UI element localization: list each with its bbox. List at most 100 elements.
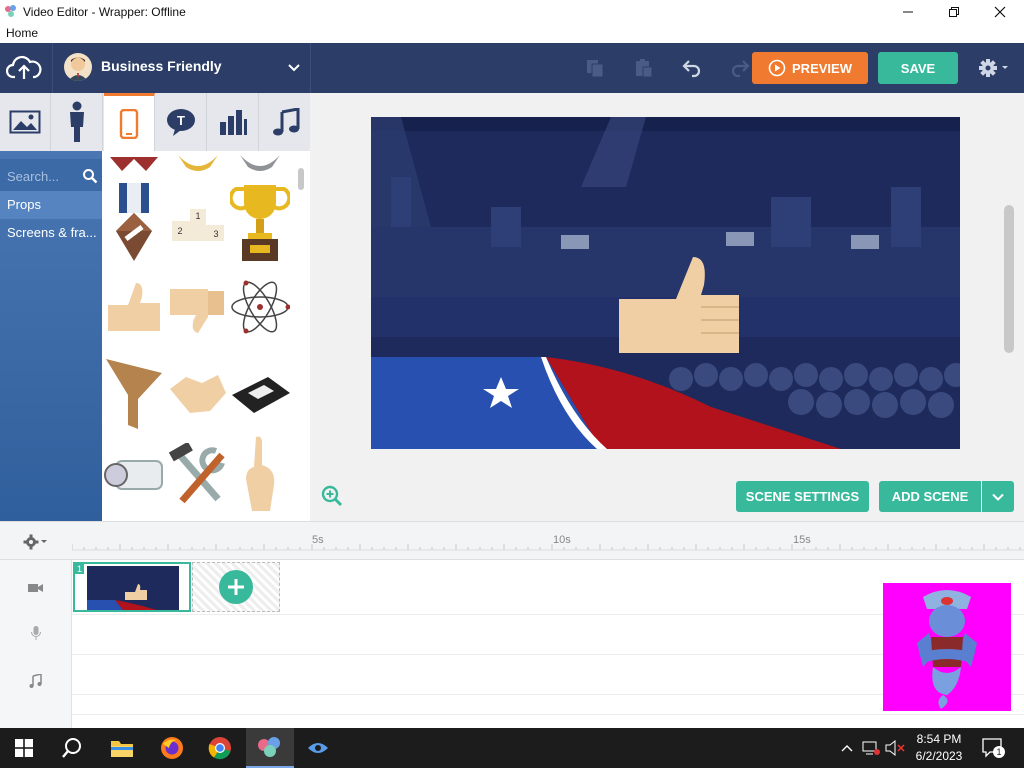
save-button[interactable]: SAVE	[878, 52, 958, 84]
menu-bar: Home	[0, 24, 1024, 43]
add-scene-dropdown[interactable]	[982, 481, 1014, 512]
projector-prop[interactable]	[104, 447, 164, 503]
medal-prop[interactable]	[104, 179, 164, 265]
podium-prop[interactable]: 1 2 3	[168, 199, 228, 259]
taskbar-wrapper-app[interactable]	[246, 728, 294, 768]
category-screens-frames[interactable]: Screens & fra...	[0, 219, 102, 247]
thumbs-up-prop[interactable]	[104, 277, 164, 337]
theme-avatar[interactable]	[64, 53, 92, 81]
scene-canvas[interactable]	[371, 117, 960, 449]
taskbar-firefox[interactable]	[148, 728, 196, 768]
podium-label-3: 3	[213, 229, 218, 239]
asset-search[interactable]: Search...	[0, 159, 102, 193]
chrome-icon	[208, 737, 231, 760]
volume-muted-icon[interactable]	[885, 740, 905, 756]
menu-home[interactable]: Home	[6, 26, 38, 40]
copy-icon[interactable]	[583, 56, 607, 80]
play-circle-icon	[768, 59, 786, 77]
timeline-settings-icon[interactable]	[22, 534, 52, 550]
tab-charts[interactable]	[208, 93, 259, 151]
firefox-icon	[161, 737, 183, 759]
props-grid: 1 2 3	[102, 151, 310, 521]
props-scrollbar[interactable]	[296, 160, 306, 520]
app-icon	[5, 5, 16, 17]
search-input[interactable]: Search...	[7, 169, 59, 184]
window-titlebar: Video Editor - Wrapper: Offline	[0, 0, 1024, 24]
restore-button[interactable]	[931, 0, 977, 24]
zoom-in-icon[interactable]	[321, 485, 343, 507]
close-button[interactable]	[977, 0, 1023, 24]
clock-date: 6/2/2023	[915, 749, 963, 763]
tick-15s: 15s	[793, 534, 811, 546]
scene-thumbnail-image	[87, 566, 179, 610]
cloud-upload-icon[interactable]	[6, 53, 42, 83]
system-clock[interactable]: 8:54 PM 6/2/2023	[908, 731, 970, 765]
chevron-up-icon[interactable]	[840, 743, 854, 753]
undo-icon[interactable]	[680, 56, 704, 80]
scene-thumbnail[interactable]: 1	[73, 562, 191, 612]
redo-icon[interactable]	[728, 56, 752, 80]
timeline-ruler: 5s 10s 15s	[0, 522, 1024, 560]
taskbar-file-explorer[interactable]	[98, 728, 146, 768]
tools-prop[interactable]	[168, 443, 228, 507]
vhs-tape-prop[interactable]	[230, 363, 290, 423]
preview-label: PREVIEW	[792, 60, 852, 76]
preview-button[interactable]: PREVIEW	[752, 52, 868, 84]
theme-name[interactable]: Business Friendly	[101, 58, 222, 74]
add-scene-slot[interactable]	[192, 562, 280, 612]
tab-characters[interactable]	[52, 93, 103, 151]
paste-icon[interactable]	[632, 56, 656, 80]
genie-character-overlay	[883, 583, 1011, 711]
minimize-icon	[903, 11, 913, 13]
bar-chart-icon	[220, 110, 247, 135]
businessman-icon	[68, 57, 88, 81]
music-note-icon	[29, 674, 42, 688]
tab-backgrounds[interactable]	[0, 93, 51, 151]
scene-settings-button[interactable]: SCENE SETTINGS	[736, 481, 869, 512]
action-center-button[interactable]: 1	[982, 738, 1005, 758]
atom-prop[interactable]	[230, 273, 290, 341]
app-icon	[308, 743, 328, 753]
network-icon[interactable]	[862, 740, 880, 756]
tab-props[interactable]	[104, 93, 155, 151]
start-button[interactable]	[0, 728, 48, 768]
pointing-finger-prop[interactable]	[230, 435, 290, 515]
handshake-prop[interactable]	[168, 363, 228, 423]
windows-logo-icon	[15, 739, 33, 757]
genie-image	[917, 590, 977, 709]
music-note-icon	[272, 108, 299, 136]
add-scene-button[interactable]: ADD SCENE	[879, 481, 981, 512]
thumbs-down-prop[interactable]	[168, 277, 228, 337]
chevron-down-icon[interactable]	[286, 59, 302, 75]
taskbar-search[interactable]	[48, 728, 96, 768]
arena-scene	[371, 117, 960, 449]
taskbar-pinned-app[interactable]	[294, 728, 342, 768]
category-sidebar: Search... Props Screens & fra...	[0, 151, 102, 521]
trophy-prop[interactable]	[230, 181, 290, 265]
timeline: 5s 10s 15s	[0, 521, 1024, 729]
minimize-button[interactable]	[885, 0, 931, 24]
asset-tabs: T	[0, 93, 310, 151]
search-icon[interactable]	[82, 168, 98, 184]
wrapper-app-icon	[258, 737, 280, 757]
track-headers	[0, 560, 72, 729]
chevron-down-icon	[992, 493, 1004, 501]
toolbar-divider	[52, 43, 53, 93]
search-icon	[62, 738, 81, 758]
gold-medal-prop[interactable]	[168, 151, 228, 201]
stage-scrollbar[interactable]	[1004, 205, 1014, 353]
ruler-ticks	[72, 544, 1024, 551]
windows-taskbar: 8:54 PM 6/2/2023 1	[0, 728, 1024, 768]
funnel-prop[interactable]	[104, 355, 164, 431]
music-track-2	[72, 695, 1024, 715]
editor-toolbar: Business Friendly PREVIEW SAVE	[0, 43, 1024, 93]
settings-gear-icon[interactable]	[978, 56, 1012, 80]
close-icon	[994, 6, 1006, 18]
category-props[interactable]: Props	[0, 191, 102, 219]
tab-text[interactable]: T	[156, 93, 207, 151]
phone-icon	[119, 108, 139, 139]
microphone-icon	[31, 626, 41, 640]
taskbar-chrome[interactable]	[196, 728, 244, 768]
tab-music[interactable]	[260, 93, 311, 151]
scene-number: 1	[75, 564, 85, 574]
